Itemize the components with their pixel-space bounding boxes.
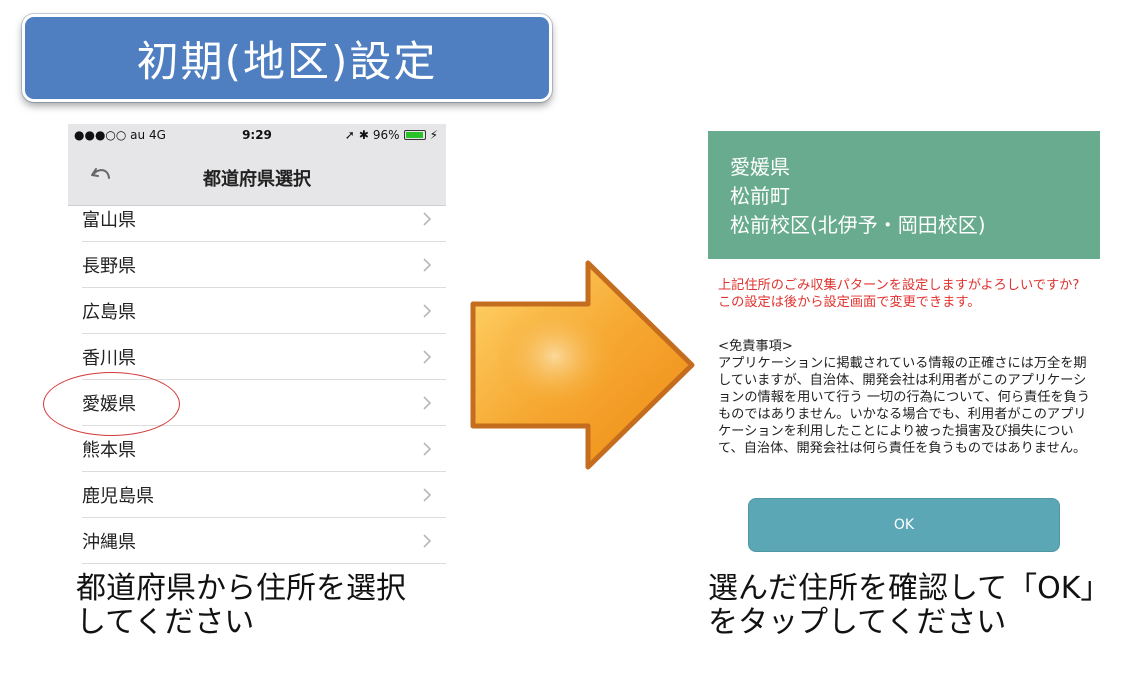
battery-percent: 96% <box>372 128 400 142</box>
disclaimer-text: <免責事項> アプリケーションに掲載されている情報の正確さには万全を期しています… <box>718 339 1090 456</box>
bluetooth-icon: ✱ <box>358 128 369 142</box>
confirm-panel: 愛媛県 松前町 松前校区(北伊予・岡田校区) 上記住所のごみ収集パターンを設定し… <box>708 131 1100 561</box>
prefecture-row[interactable]: 香川県 <box>82 334 446 380</box>
prefecture-label: 熊本県 <box>82 439 136 461</box>
ok-button[interactable]: OK <box>748 498 1060 552</box>
left-caption-line2: してください <box>76 605 255 640</box>
charging-icon: ⚡ <box>429 128 438 142</box>
nav-bar: 都道府県選択 <box>68 146 446 206</box>
address-box: 愛媛県 松前町 松前校区(北伊予・岡田校区) <box>708 131 1100 259</box>
prefecture-row[interactable]: 長野県 <box>82 242 446 288</box>
chevron-right-icon <box>423 258 432 272</box>
prefecture-label: 広島県 <box>82 301 136 323</box>
chevron-right-icon <box>423 304 432 318</box>
title-banner: 初期(地区)設定 <box>22 14 552 102</box>
phone-screenshot: ●●●○○ au 4G 9:29 ➚ ✱ 96% ⚡ 都道府県選択 富山県長野県… <box>68 124 446 569</box>
prefecture-row[interactable]: 鹿児島県 <box>82 472 446 518</box>
address-town: 松前町 <box>730 184 790 208</box>
status-right: ➚ ✱ 96% ⚡ <box>345 128 438 142</box>
location-icon: ➚ <box>344 128 355 142</box>
prefecture-label: 香川県 <box>82 347 136 369</box>
chevron-right-icon <box>423 350 432 364</box>
confirm-message: 上記住所のごみ収集パターンを設定しますがよろしいですか? この設定は後から設定画… <box>718 278 1080 310</box>
left-caption: 都道府県から住所を選択 してください <box>76 572 406 640</box>
prefecture-row[interactable]: 広島県 <box>82 288 446 334</box>
nav-title: 都道府県選択 <box>203 169 311 190</box>
highlight-ellipse <box>43 372 180 436</box>
chevron-right-icon <box>423 442 432 456</box>
chevron-right-icon <box>423 488 432 502</box>
prefecture-label: 長野県 <box>82 255 136 277</box>
prefecture-row[interactable]: 沖縄県 <box>82 518 446 564</box>
address-prefecture: 愛媛県 <box>730 155 790 179</box>
chevron-right-icon <box>423 534 432 548</box>
right-caption: 選んだ住所を確認して「OK」 をタップしてください <box>708 572 1110 640</box>
page-title: 初期(地区)設定 <box>136 36 438 86</box>
right-caption-line1: 選んだ住所を確認して「OK」 <box>708 571 1111 606</box>
chevron-right-icon <box>423 212 432 226</box>
prefecture-label: 鹿児島県 <box>82 485 154 507</box>
prefecture-row[interactable]: 富山県 <box>82 206 446 242</box>
right-arrow-icon <box>470 260 695 470</box>
address-district: 松前校区(北伊予・岡田校区) <box>730 213 986 237</box>
left-caption-line1: 都道府県から住所を選択 <box>76 571 406 606</box>
chevron-right-icon <box>423 396 432 410</box>
prefecture-label: 沖縄県 <box>82 531 136 553</box>
prefecture-label: 富山県 <box>82 209 136 231</box>
battery-icon <box>403 130 426 140</box>
status-bar: ●●●○○ au 4G 9:29 ➚ ✱ 96% ⚡ <box>68 124 446 146</box>
right-caption-line2: をタップしてください <box>708 605 1007 640</box>
